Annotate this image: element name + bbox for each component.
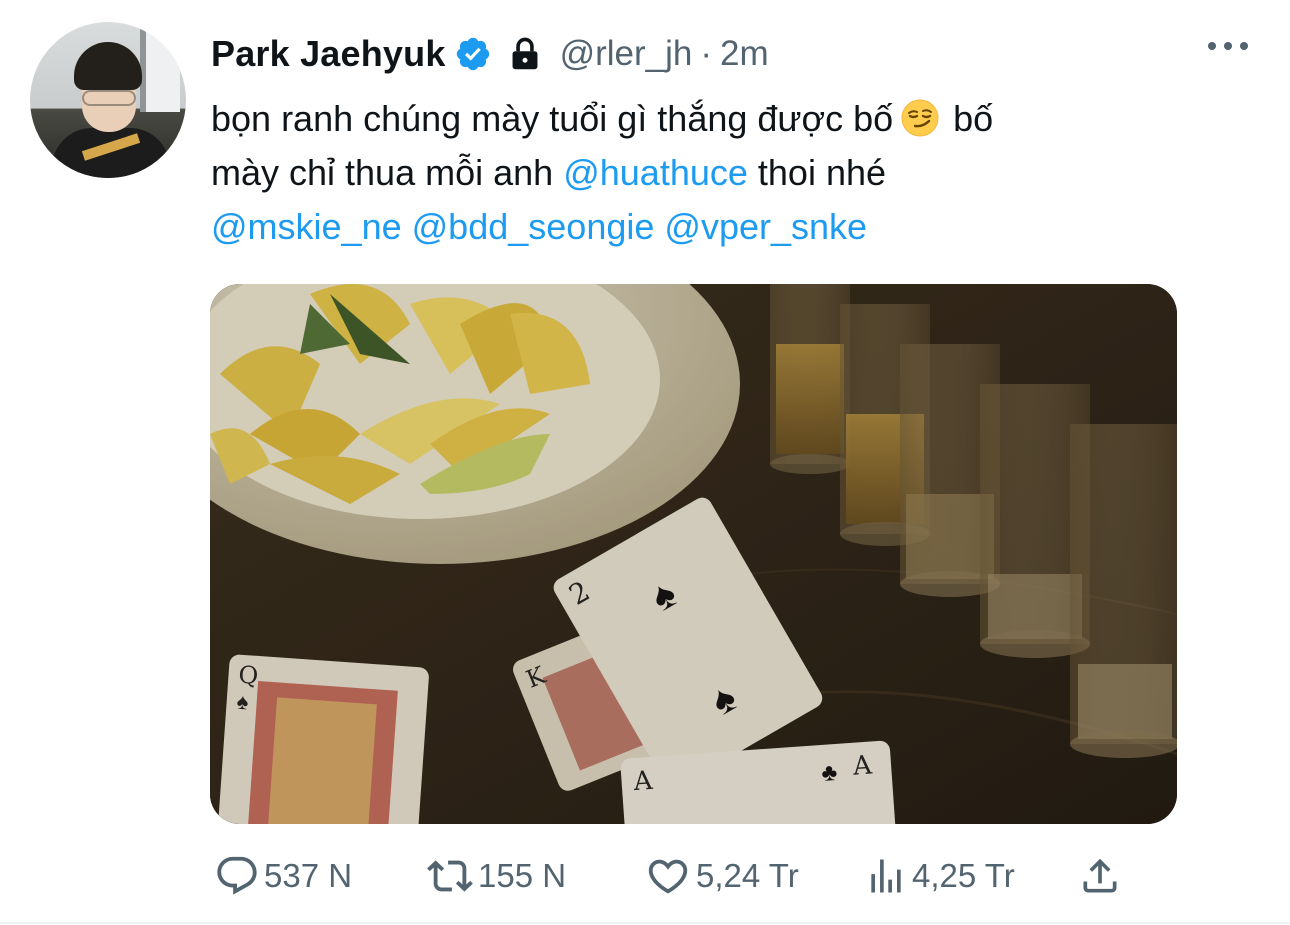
divider xyxy=(0,922,1290,924)
views-icon xyxy=(864,853,908,899)
avatar-background xyxy=(140,22,180,112)
avatar-glasses xyxy=(82,90,136,106)
views-button[interactable]: 4,25 Tr xyxy=(864,852,1015,900)
retweet-icon xyxy=(426,853,474,899)
mention-link[interactable]: @mskie_ne xyxy=(211,206,402,247)
views-count: 4,25 Tr xyxy=(912,857,1015,894)
like-button[interactable]: 5,24 Tr xyxy=(644,852,799,900)
more-icon[interactable] xyxy=(1208,36,1248,56)
reply-count: 537 N xyxy=(264,857,353,894)
lock-icon xyxy=(508,36,542,72)
retweet-count: 155 N xyxy=(478,857,567,894)
more-dot xyxy=(1240,42,1248,50)
tweet-header: Park Jaehyuk @rler_jh · 2m xyxy=(211,28,769,80)
tweet-text-segment: mày chỉ thua mỗi anh xyxy=(211,152,554,193)
tweet-actions: 537 N 155 N 5,24 Tr 4,25 Tr xyxy=(214,852,1124,900)
retweet-button[interactable]: 155 N xyxy=(426,852,566,900)
avatar[interactable] xyxy=(30,22,186,178)
tweet-photo[interactable]: Q ♠ K 2 ♠ ♠ A A ♣ xyxy=(210,284,1177,824)
heart-icon xyxy=(644,853,692,899)
more-dot xyxy=(1208,42,1216,50)
tweet: Park Jaehyuk @rler_jh · 2m bọn ranh chún… xyxy=(0,0,1290,925)
avatar-shirt xyxy=(52,128,170,178)
share-button[interactable] xyxy=(1078,852,1122,900)
tweet-timestamp[interactable]: 2m xyxy=(720,34,769,74)
author-name[interactable]: Park Jaehyuk xyxy=(211,33,446,75)
more-dot xyxy=(1224,42,1232,50)
author-handle[interactable]: @rler_jh xyxy=(560,34,693,74)
tweet-text: bọn ranh chúng mày tuổi gì thắng được bố… xyxy=(211,92,1221,254)
mention-link[interactable]: @vper_snke xyxy=(664,206,867,247)
mention-link[interactable]: @bdd_seongie xyxy=(412,206,655,247)
reply-icon xyxy=(214,853,260,899)
smirking-face-emoji-icon xyxy=(901,98,939,137)
tweet-text-segment: bọn ranh chúng mày tuổi gì thắng được bố xyxy=(211,98,894,139)
share-icon xyxy=(1078,853,1122,899)
mention-link[interactable]: @huathuce xyxy=(563,152,748,193)
tweet-text-segment: thoi nhé xyxy=(757,152,887,193)
avatar-hair xyxy=(74,42,142,90)
verified-badge-icon xyxy=(454,35,492,73)
like-count: 5,24 Tr xyxy=(696,857,799,894)
tweet-text-segment: bố xyxy=(953,98,994,139)
reply-button[interactable]: 537 N xyxy=(214,852,352,900)
separator-dot: · xyxy=(700,34,713,73)
